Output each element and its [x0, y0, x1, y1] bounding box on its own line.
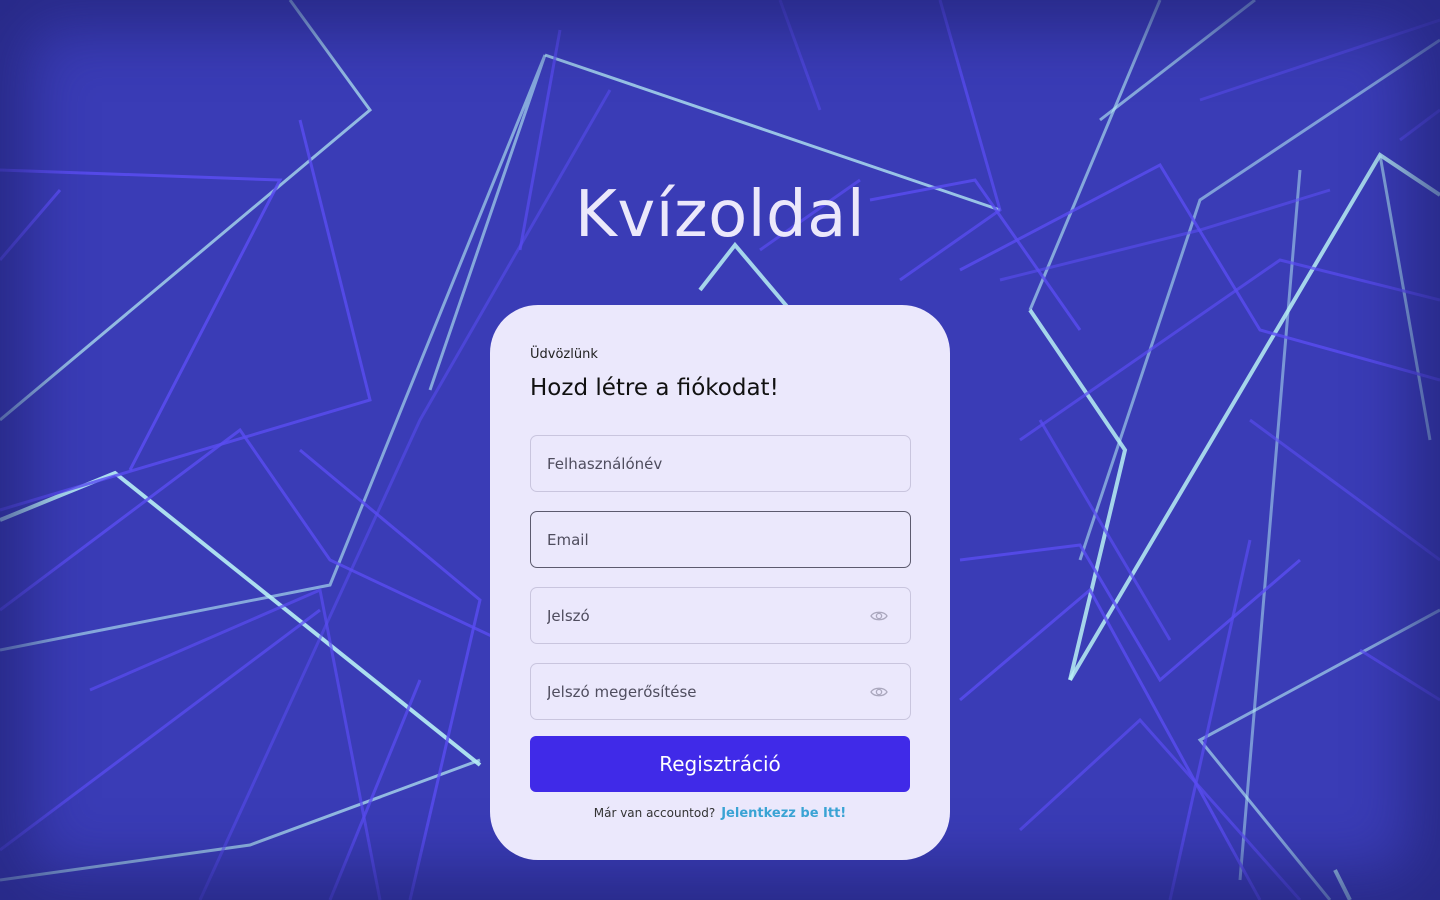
background-line: [959, 543, 1301, 683]
background-line: [1199, 18, 1440, 102]
background-line: [1249, 418, 1440, 562]
background-line: [1028, 0, 1162, 311]
background-line: [1399, 108, 1440, 142]
login-link[interactable]: Jelentkezz be Itt!: [721, 806, 846, 821]
app-title: Kvízoldal: [574, 178, 866, 252]
password-input[interactable]: [531, 588, 910, 643]
background-line: [0, 470, 482, 767]
welcome-text: Üdvözlünk: [530, 347, 598, 362]
background-line: [1038, 419, 1172, 641]
background-line: [959, 587, 1262, 900]
background-line: [1238, 169, 1302, 881]
background-line: [1359, 648, 1440, 702]
background-line: [1078, 38, 1440, 561]
password-confirm-field: [530, 663, 911, 720]
register-button[interactable]: Regisztráció: [530, 736, 910, 792]
background-line: [299, 448, 482, 900]
login-row: Már van accountod? Jelentkezz be Itt!: [490, 806, 950, 821]
email-input[interactable]: [531, 512, 910, 567]
password-confirm-input[interactable]: [531, 664, 910, 719]
password-field: [530, 587, 911, 644]
background-line: [0, 427, 501, 642]
background-line: [0, 608, 321, 852]
background-line: [1028, 308, 1128, 681]
username-field: [530, 435, 911, 492]
email-field: [530, 511, 911, 568]
form-heading: Hozd létre a fiókodat!: [530, 375, 779, 401]
background-line: [1019, 258, 1440, 442]
registration-card: Üdvözlünk Hozd létre a fiókodat! Regiszt…: [490, 305, 950, 860]
background-line: [0, 758, 481, 882]
background-line: [89, 587, 382, 900]
background-line: [1099, 0, 1256, 122]
background-line: [778, 0, 822, 111]
login-prompt: Már van accountod?: [593, 806, 716, 820]
background-line: [1333, 869, 1352, 900]
background-line: [698, 241, 792, 312]
username-input[interactable]: [531, 436, 910, 491]
eye-icon[interactable]: [870, 609, 888, 623]
eye-icon[interactable]: [870, 685, 888, 699]
